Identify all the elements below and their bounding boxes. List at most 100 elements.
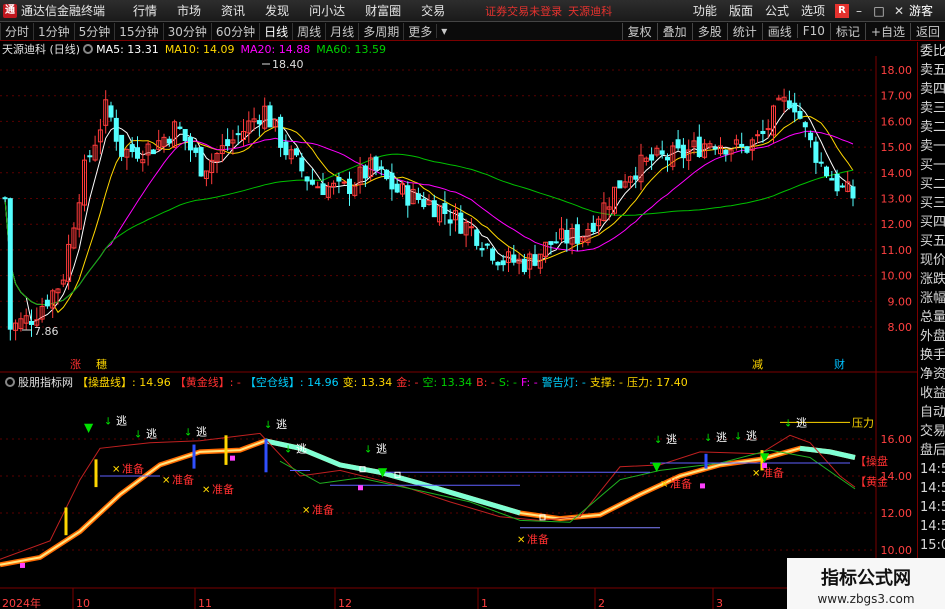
period-1min[interactable]: 1分钟 xyxy=(33,22,74,40)
period-weekly[interactable]: 周线 xyxy=(292,22,325,40)
period-monthly[interactable]: 月线 xyxy=(325,22,358,40)
candle-body xyxy=(362,165,368,179)
app-title: 通达信金融终端 xyxy=(21,4,106,18)
period-15min[interactable]: 15分钟 xyxy=(114,22,162,40)
candle-body xyxy=(765,128,771,131)
candle-body xyxy=(802,122,808,128)
menu-quotes[interactable]: 行情 xyxy=(123,2,167,19)
candle-body xyxy=(675,139,681,149)
period-60min[interactable]: 60分钟 xyxy=(210,22,259,40)
green-arrow-icon: ▼ xyxy=(652,459,662,473)
magenta-marker xyxy=(230,455,235,461)
green-arrow-icon: ▼ xyxy=(378,465,388,479)
kline-chart[interactable]: 18.0017.0016.0015.0014.0013.0012.0011.00… xyxy=(0,42,917,609)
tool-overlay[interactable]: 叠加 xyxy=(656,22,692,40)
right-panel-item: 买三 xyxy=(920,196,945,211)
ma5-line xyxy=(4,103,854,323)
trading-terminal: 通 通达信金融终端 行情 市场 资讯 发现 问小达 财富圈 交易 证券交易未登录… xyxy=(0,0,945,609)
right-panel-item[interactable]: 交易 xyxy=(918,422,945,441)
guest-user[interactable]: 游客 xyxy=(909,2,933,19)
tool-back[interactable]: 返回 xyxy=(909,22,945,40)
maximize-icon[interactable]: □ xyxy=(869,4,889,18)
candle-body xyxy=(474,229,480,246)
menu-trade[interactable]: 交易 xyxy=(411,2,455,19)
candle-body xyxy=(458,212,464,234)
event-mark: 涨 xyxy=(70,358,81,371)
right-panel-item: 14:56 xyxy=(920,462,945,477)
title-bar: 通 通达信金融终端 行情 市场 资讯 发现 问小达 财富圈 交易 证券交易未登录… xyxy=(0,0,945,22)
tool-stats[interactable]: 统计 xyxy=(726,22,762,40)
pressure-label: 压力 xyxy=(852,416,874,429)
login-status[interactable]: 证券交易未登录 xyxy=(485,3,562,19)
escape-arrow-icon: ↓ xyxy=(104,417,112,428)
right-panel-item: 卖四 xyxy=(920,82,945,97)
tool-f10[interactable]: F10 xyxy=(796,24,830,38)
candle-body xyxy=(193,147,199,153)
period-5min[interactable]: 5分钟 xyxy=(73,22,115,40)
watermark-title: 指标公式网 xyxy=(821,568,911,589)
high-price-label: 18.40 xyxy=(272,58,304,71)
right-panel-item: 卖一 xyxy=(920,139,945,154)
candle-body xyxy=(119,134,125,157)
chevron-down-icon[interactable]: ▾ xyxy=(436,24,451,38)
candle-body xyxy=(182,129,188,142)
candle-body xyxy=(389,172,395,190)
candle-body xyxy=(421,198,427,208)
x-axis-month: 1 xyxy=(481,597,488,609)
menu-wealth[interactable]: 财富圈 xyxy=(355,2,411,19)
menu-layout[interactable]: 版面 xyxy=(723,2,759,19)
tool-add-watchlist[interactable]: +自选 xyxy=(864,22,910,40)
period-multi[interactable]: 多周期 xyxy=(358,22,403,40)
candle-body xyxy=(490,248,496,261)
event-mark: 穗 xyxy=(96,358,107,371)
indicator-tick-label: 10.00 xyxy=(881,544,913,557)
period-30min[interactable]: 30分钟 xyxy=(162,22,211,40)
period-more[interactable]: 更多 xyxy=(403,22,436,40)
right-panel-item: 委比 xyxy=(920,44,945,59)
candle-body xyxy=(723,149,729,155)
prepare-star-icon: ✕ xyxy=(660,479,668,490)
menu-news[interactable]: 资讯 xyxy=(211,2,255,19)
menu-ask[interactable]: 问小达 xyxy=(299,2,355,19)
right-panel-item[interactable]: 盘后 xyxy=(918,441,945,460)
event-mark: 财 xyxy=(834,357,845,371)
magenta-marker xyxy=(358,485,363,491)
candle-body xyxy=(294,148,299,156)
x-axis-month: 3 xyxy=(716,597,723,609)
menu-formula[interactable]: 公式 xyxy=(759,2,795,19)
menu-discover[interactable]: 发现 xyxy=(255,2,299,19)
period-timeshare[interactable]: 分时 xyxy=(0,22,33,40)
menu-market[interactable]: 市场 xyxy=(167,2,211,19)
right-panel-item[interactable]: 自动 xyxy=(918,403,945,422)
prepare-label: 准备 xyxy=(122,462,144,476)
r-badge-icon[interactable]: R xyxy=(834,3,849,18)
tool-mark[interactable]: 标记 xyxy=(829,22,865,40)
minimize-icon[interactable]: – xyxy=(849,4,869,18)
candle-body xyxy=(574,224,580,244)
candle-body xyxy=(267,105,273,128)
tool-multi-stock[interactable]: 多股 xyxy=(691,22,727,40)
right-quote-panel: 委比 卖五 卖四 卖三 卖二 卖一 买一 买二 买三 买四 买五 现价 涨跌 涨幅 总量 外盘 换手 净资 收益 自动… xyxy=(917,42,945,609)
green-arrow-icon: ▼ xyxy=(760,450,770,464)
menu-function[interactable]: 功能 xyxy=(687,2,723,19)
candle-body xyxy=(304,176,310,182)
tool-draw[interactable]: 画线 xyxy=(761,22,797,40)
right-panel-item: 卖二 xyxy=(920,120,945,135)
tool-adjust[interactable]: 复权 xyxy=(621,22,657,40)
candle-body xyxy=(299,157,305,172)
candle-body xyxy=(500,260,506,266)
right-panel-item: 总量 xyxy=(920,310,945,325)
op-line-thick xyxy=(0,438,856,568)
candle-body xyxy=(824,166,829,177)
escape-label: 逃 xyxy=(796,416,807,429)
menu-options[interactable]: 选项 xyxy=(795,2,831,19)
x-axis-month: 11 xyxy=(198,597,212,609)
app-logo-icon: 通 xyxy=(3,3,17,18)
escape-arrow-icon: ↓ xyxy=(784,418,792,429)
candle-body xyxy=(744,146,750,153)
gold-line-tag: 【黄金 xyxy=(855,475,888,489)
close-icon[interactable]: ✕ xyxy=(889,4,909,18)
period-daily[interactable]: 日线 xyxy=(259,22,292,40)
price-tick-label: 14.00 xyxy=(881,167,913,180)
right-panel-item: 涨幅 xyxy=(920,291,945,306)
